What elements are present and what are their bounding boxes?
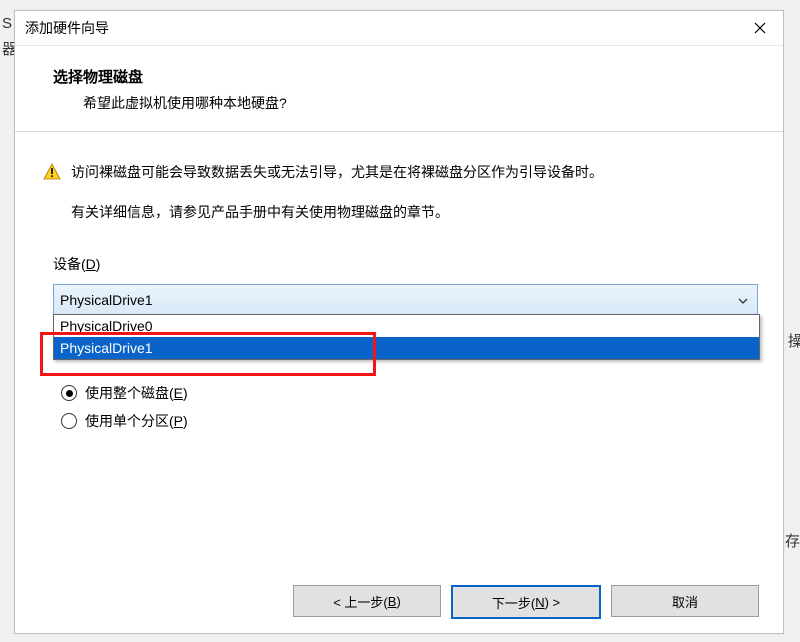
close-icon <box>754 22 766 34</box>
device-label-accel: D <box>86 256 96 272</box>
back-label-key: B <box>388 594 397 609</box>
device-dropdown-list: PhysicalDrive0 PhysicalDrive1 <box>53 314 760 360</box>
back-label-suf: ) <box>396 594 400 609</box>
usage-radio-group: 使用整个磁盘(E) 使用单个分区(P) <box>61 379 755 435</box>
back-button[interactable]: < 上一步(B) <box>293 585 441 617</box>
device-dropdown[interactable]: PhysicalDrive1 PhysicalDrive0 PhysicalDr… <box>53 284 758 315</box>
next-label-suf: ) > <box>545 595 561 610</box>
wizard-content: 访问裸磁盘可能会导致数据丢失或无法引导，尤其是在将裸磁盘分区作为引导设备时。 有… <box>15 132 783 445</box>
background-char-s: S <box>2 15 12 32</box>
background-char-cun: 存 <box>785 530 800 551</box>
radio2-label-key: P <box>174 413 183 429</box>
background-char-cao: 操 <box>788 330 800 370</box>
radio1-label-suf: ) <box>183 385 188 401</box>
device-combo-box[interactable]: PhysicalDrive1 <box>53 284 758 315</box>
device-selected-value: PhysicalDrive1 <box>60 292 153 308</box>
radio1-label-pre: 使用整个磁盘( <box>85 385 174 401</box>
radio-use-entire-disk[interactable]: 使用整个磁盘(E) <box>61 379 755 407</box>
warning-icon <box>43 163 61 184</box>
device-option-physicaldrive1[interactable]: PhysicalDrive1 <box>54 337 759 359</box>
back-label-pre: < 上一步( <box>333 592 388 611</box>
next-label-pre: 下一步( <box>492 593 535 612</box>
device-label: 设备(D) <box>53 254 755 274</box>
next-button[interactable]: 下一步(N) > <box>451 585 601 619</box>
title-bar: 添加硬件向导 <box>15 11 783 46</box>
device-label-suffix: ) <box>96 256 101 272</box>
warning-text: 访问裸磁盘可能会导致数据丢失或无法引导，尤其是在将裸磁盘分区作为引导设备时。 <box>71 162 603 183</box>
device-option-physicaldrive0[interactable]: PhysicalDrive0 <box>54 315 759 337</box>
wizard-step-subtitle: 希望此虚拟机使用哪种本地硬盘? <box>83 93 759 113</box>
radio-icon <box>61 385 77 401</box>
warning-block: 访问裸磁盘可能会导致数据丢失或无法引导，尤其是在将裸磁盘分区作为引导设备时。 <box>43 162 755 184</box>
add-hardware-wizard-dialog: 添加硬件向导 选择物理磁盘 希望此虚拟机使用哪种本地硬盘? 访问裸磁盘可能会导致… <box>14 10 784 634</box>
radio1-label-key: E <box>174 385 183 401</box>
info-text: 有关详细信息，请参见产品手册中有关使用物理磁盘的章节。 <box>71 202 755 222</box>
radio-icon <box>61 413 77 429</box>
wizard-header: 选择物理磁盘 希望此虚拟机使用哪种本地硬盘? <box>15 46 783 132</box>
cancel-label: 取消 <box>672 592 698 611</box>
radio2-label-suf: ) <box>183 413 188 429</box>
next-label-key: N <box>535 595 544 610</box>
radio-use-single-partition[interactable]: 使用单个分区(P) <box>61 407 755 435</box>
wizard-button-bar: < 上一步(B) 下一步(N) > 取消 <box>293 585 759 619</box>
device-label-prefix: 设备( <box>53 256 86 272</box>
chevron-down-icon <box>733 292 753 307</box>
close-button[interactable] <box>737 11 783 45</box>
wizard-step-title: 选择物理磁盘 <box>53 66 759 87</box>
dialog-title: 添加硬件向导 <box>25 18 109 38</box>
radio2-label-pre: 使用单个分区( <box>85 413 174 429</box>
cancel-button[interactable]: 取消 <box>611 585 759 617</box>
